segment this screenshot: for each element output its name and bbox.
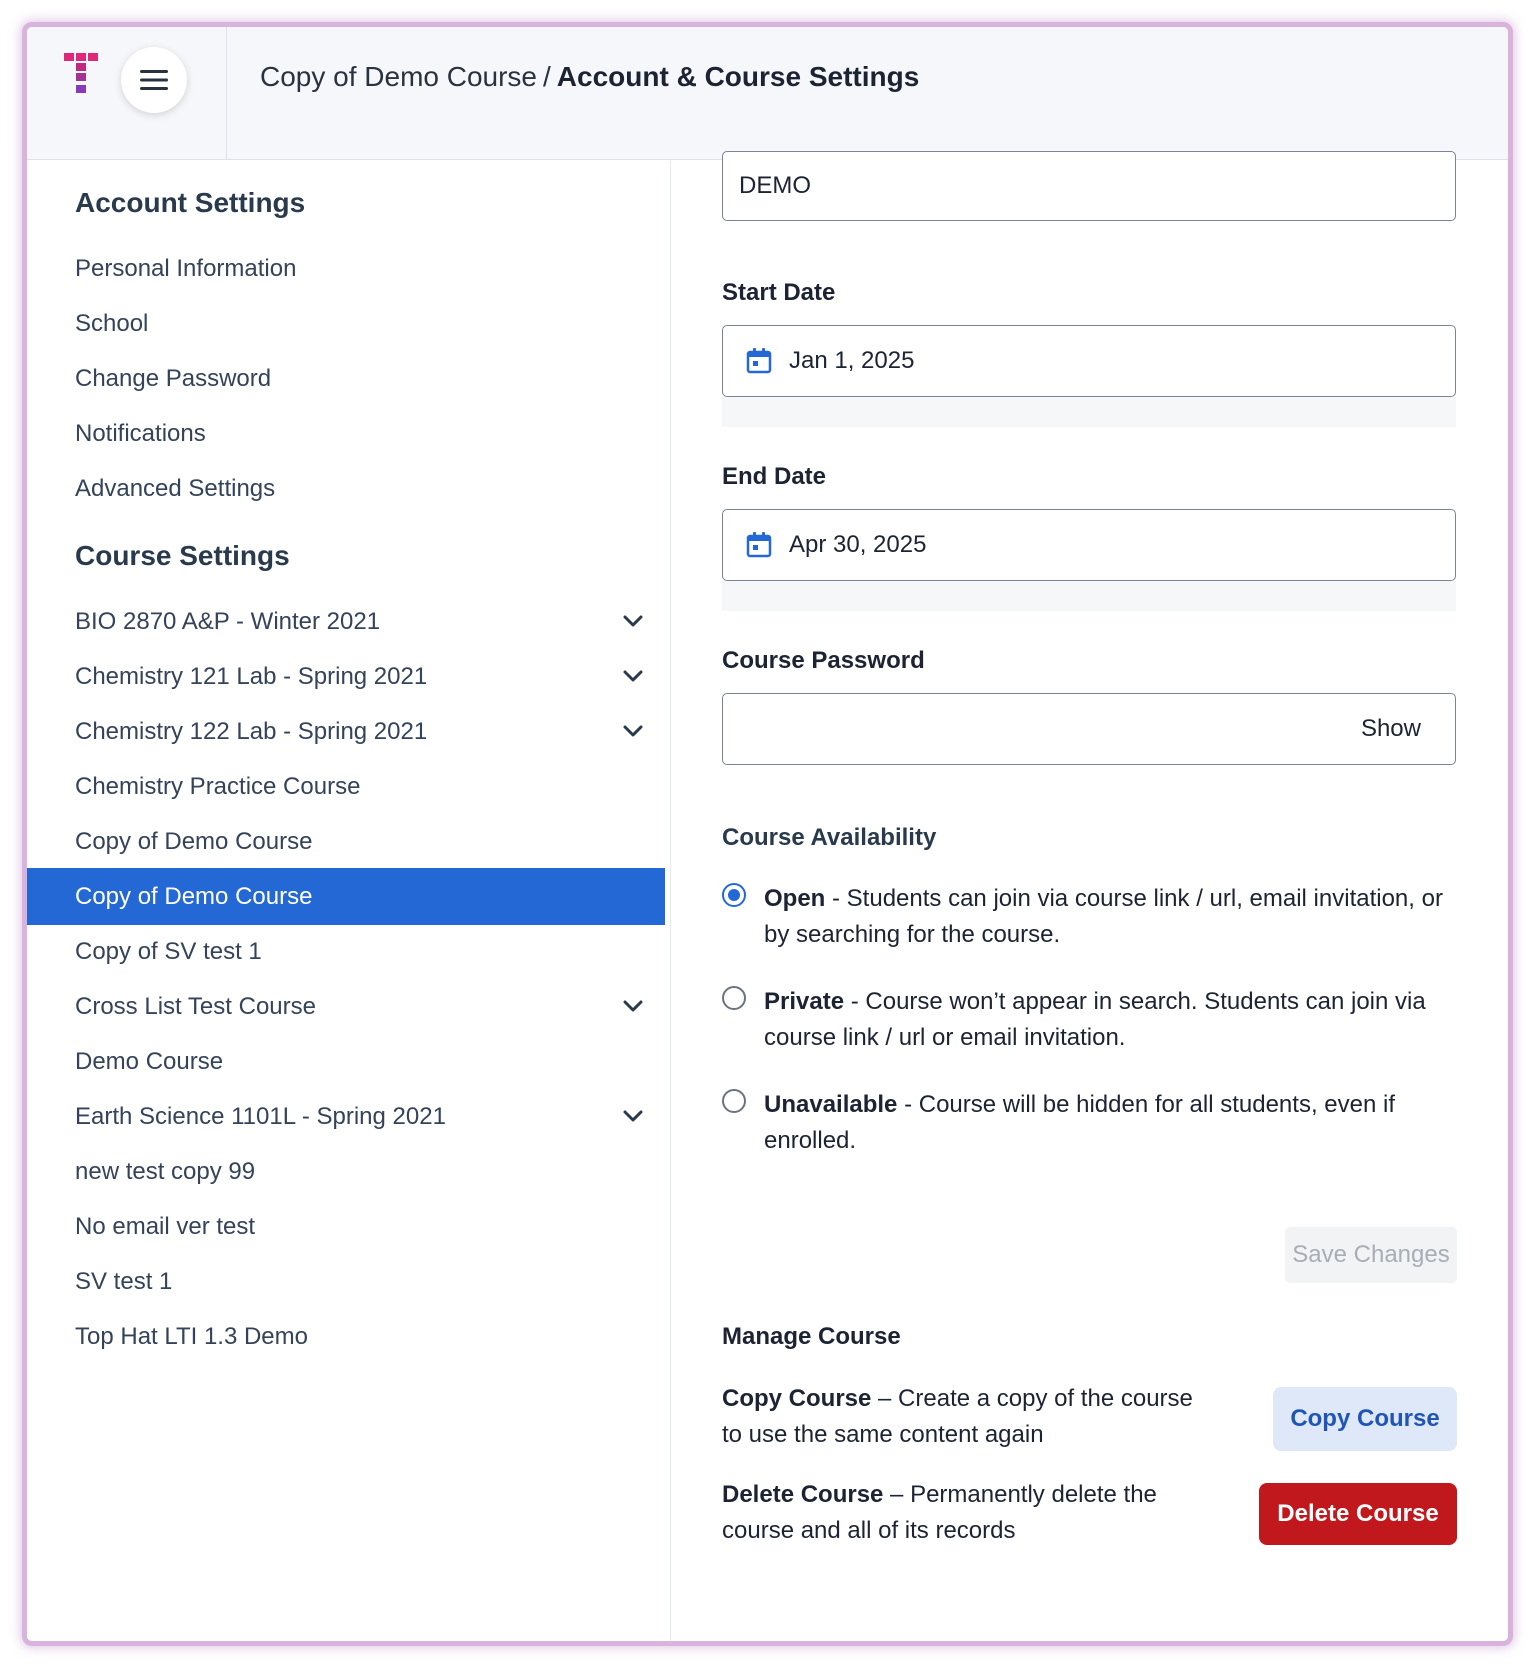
breadcrumb-course-link[interactable]: Copy of Demo Course	[260, 61, 537, 92]
start-date-value: Jan 1, 2025	[789, 347, 915, 374]
start-date-label: Start Date	[722, 279, 836, 306]
sidebar-item-personal-information[interactable]: Personal Information	[27, 240, 665, 297]
sidebar-course-item[interactable]: Top Hat LTI 1.3 Demo	[27, 1308, 665, 1365]
sidebar-course-label: Copy of Demo Course	[75, 882, 313, 910]
course-settings-form: DEMO Start Date Jan 1, 2025 End Date Apr…	[672, 151, 1508, 1641]
start-date-helper	[722, 397, 1456, 427]
save-changes-button[interactable]: Save Changes	[1285, 1227, 1457, 1283]
copy-course-description: Copy Course – Create a copy of the cours…	[722, 1381, 1202, 1453]
sidebar-course-label: new test copy 99	[75, 1157, 256, 1185]
sidebar-course-item[interactable]: Chemistry 122 Lab - Spring 2021	[27, 703, 665, 760]
chevron-down-icon[interactable]	[619, 607, 647, 635]
page-title: Account & Course Settings	[556, 61, 920, 92]
chevron-down-icon[interactable]	[619, 717, 647, 745]
sidebar-course-item[interactable]: Cross List Test Course	[27, 978, 665, 1035]
sidebar-course-label: Chemistry 122 Lab - Spring 2021	[75, 717, 428, 745]
manage-course-heading: Manage Course	[722, 1323, 901, 1350]
sidebar-course-item[interactable]: Copy of Demo Course	[27, 813, 665, 870]
chevron-down-icon[interactable]	[619, 662, 647, 690]
delete-course-name: Delete Course	[722, 1481, 884, 1508]
sidebar-item-school[interactable]: School	[27, 295, 665, 352]
calendar-icon	[746, 532, 772, 558]
sidebar-course-label: BIO 2870 A&P - Winter 2021	[75, 607, 381, 635]
sidebar-course-item[interactable]: Chemistry Practice Course	[27, 758, 665, 815]
radio-open[interactable]	[722, 883, 746, 907]
sidebar-course-item[interactable]: SV test 1	[27, 1253, 665, 1310]
option-name: Open	[764, 885, 826, 912]
end-date-value: Apr 30, 2025	[789, 531, 927, 558]
radio-unavailable[interactable]	[722, 1089, 746, 1113]
sidebar-course-label: Earth Science 1101L - Spring 2021	[75, 1102, 446, 1130]
top-bar: Copy of Demo Course / Account & Course Set…	[27, 27, 1508, 160]
sidebar-course-label: Top Hat LTI 1.3 Demo	[75, 1322, 308, 1350]
option-description: - Students can join via course link / ur…	[764, 885, 1443, 948]
sidebar-course-label: SV test 1	[75, 1267, 173, 1295]
sidebar-course-item[interactable]: BIO 2870 A&P - Winter 2021	[27, 593, 665, 650]
sidebar-course-item[interactable]: Demo Course	[27, 1033, 665, 1090]
show-password-button[interactable]: Show	[1361, 715, 1421, 743]
course-availability-heading: Course Availability	[722, 824, 937, 851]
breadcrumb-separator: /	[543, 61, 551, 92]
end-date-input[interactable]: Apr 30, 2025	[722, 509, 1456, 581]
radio-private[interactable]	[722, 986, 746, 1010]
option-name: Unavailable	[764, 1091, 898, 1118]
sidebar-course-label: Cross List Test Course	[75, 992, 316, 1020]
sidebar-course-label: Demo Course	[75, 1047, 224, 1075]
sidebar-course-label: Copy of SV test 1	[75, 937, 262, 965]
sidebar-course-item[interactable]: No email ver test	[27, 1198, 665, 1255]
calendar-icon	[746, 348, 772, 374]
sidebar-course-item[interactable]: new test copy 99	[27, 1143, 665, 1200]
hamburger-icon	[140, 70, 168, 90]
sidebar-course-label: No email ver test	[75, 1212, 256, 1240]
copy-course-button[interactable]: Copy Course	[1273, 1387, 1457, 1451]
account-settings-heading: Account Settings	[75, 187, 306, 218]
sidebar-course-label: Chemistry Practice Course	[75, 772, 361, 800]
menu-button[interactable]	[121, 47, 187, 113]
delete-course-description: Delete Course – Permanently delete the c…	[722, 1477, 1202, 1549]
copy-course-name: Copy Course	[722, 1385, 872, 1412]
sidebar-course-label: Copy of Demo Course	[75, 827, 313, 855]
course-code-value: DEMO	[739, 172, 811, 199]
tophat-logo-icon[interactable]	[64, 53, 98, 97]
sidebar-course-item-selected[interactable]: Copy of Demo Course	[27, 868, 665, 925]
sidebar-course-item[interactable]: Chemistry 121 Lab - Spring 2021	[27, 648, 665, 705]
delete-course-button[interactable]: Delete Course	[1259, 1483, 1457, 1545]
end-date-helper	[722, 581, 1456, 611]
sidebar-item-advanced-settings[interactable]: Advanced Settings	[27, 460, 665, 517]
settings-sidebar: Account Settings Personal Information Sc…	[27, 161, 671, 1641]
course-settings-heading: Course Settings	[75, 540, 290, 571]
brand-column	[27, 27, 227, 160]
sidebar-item-notifications[interactable]: Notifications	[27, 405, 665, 462]
course-password-label: Course Password	[722, 647, 925, 674]
sidebar-course-item[interactable]: Earth Science 1101L - Spring 2021	[27, 1088, 665, 1145]
option-description: - Course won’t appear in search. Student…	[764, 988, 1426, 1051]
chevron-down-icon[interactable]	[619, 992, 647, 1020]
course-password-input[interactable]: Show	[722, 693, 1456, 765]
option-name: Private	[764, 988, 845, 1015]
course-code-input[interactable]: DEMO	[722, 151, 1456, 221]
breadcrumb: Copy of Demo Course / Account & Course Set…	[260, 61, 919, 93]
sidebar-course-item[interactable]: Copy of SV test 1	[27, 923, 665, 980]
sidebar-item-change-password[interactable]: Change Password	[27, 350, 665, 407]
chevron-down-icon[interactable]	[619, 1102, 647, 1130]
availability-unavailable-text: Unavailable - Course will be hidden for …	[764, 1087, 1444, 1159]
app-window: Copy of Demo Course / Account & Course Set…	[22, 22, 1513, 1646]
end-date-label: End Date	[722, 463, 827, 490]
start-date-input[interactable]: Jan 1, 2025	[722, 325, 1456, 397]
availability-private-text: Private - Course won’t appear in search.…	[764, 984, 1444, 1056]
sidebar-course-label: Chemistry 121 Lab - Spring 2021	[75, 662, 428, 690]
availability-open-text: Open - Students can join via course link…	[764, 881, 1444, 953]
